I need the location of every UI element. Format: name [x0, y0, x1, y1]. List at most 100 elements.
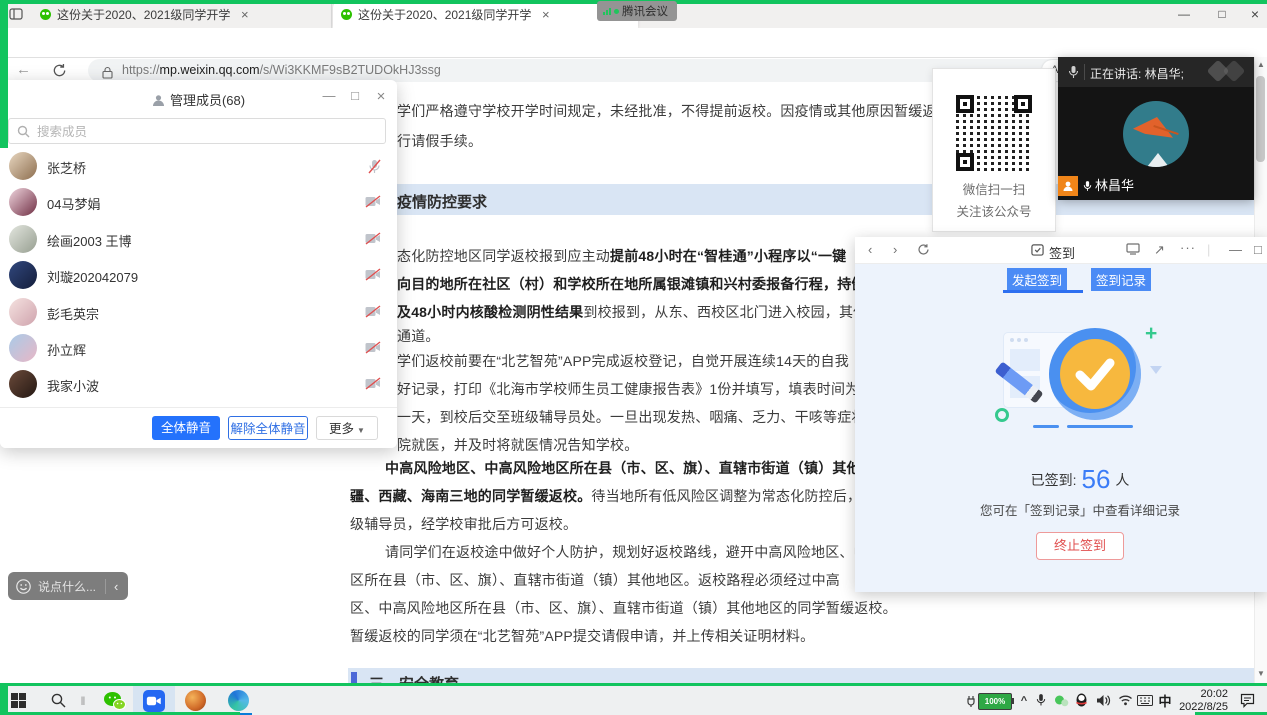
meeting-video-window[interactable]: 正在讲话: 林昌华; 林昌华 — [1058, 57, 1254, 200]
meeting-status-pill[interactable]: 腾讯会议 — [597, 1, 677, 21]
camera-off-icon[interactable] — [365, 268, 381, 281]
back-icon[interactable]: ‹ — [868, 242, 872, 257]
member-name: 孙立辉 — [47, 340, 86, 359]
member-name: 张芝桥 — [47, 158, 86, 177]
camera-off-icon[interactable] — [365, 195, 381, 208]
tab-actions-icon[interactable] — [8, 6, 28, 22]
share-icon[interactable]: ↗ — [1154, 242, 1165, 258]
article-line: 院就医，并及时将就医情况告知学校。 — [397, 435, 638, 455]
back-icon[interactable]: ← — [16, 62, 31, 78]
cast-screen-icon[interactable] — [1126, 243, 1140, 255]
mute-all-button[interactable]: 全体静音 — [152, 416, 220, 440]
desktop-screen: 这份关于2020、2021级同学开学 × 这份关于2020、2021级同学开学 … — [0, 0, 1267, 715]
emoji-icon[interactable] — [16, 579, 31, 594]
meeting-chat-bubble[interactable]: 说点什么... ‹ — [8, 572, 128, 600]
member-row[interactable]: 孙立辉 — [0, 330, 397, 366]
member-row[interactable]: 刘璇202042079 — [0, 257, 397, 293]
tray-expand-chevron[interactable]: ^ — [1016, 686, 1032, 715]
member-row[interactable]: 绘画2003 王博 — [0, 221, 397, 257]
signed-count-line: 已签到:56人 — [905, 464, 1255, 495]
member-icon — [152, 94, 165, 107]
window-maximize-button[interactable]: □ — [1205, 0, 1239, 28]
tray-network-icon[interactable] — [1118, 694, 1133, 706]
start-button[interactable] — [4, 686, 32, 715]
unmute-all-button[interactable]: 解除全体静音 — [228, 416, 308, 440]
taskbar: ‖ 100% ^ — [0, 686, 1267, 715]
camera-off-icon[interactable] — [365, 377, 381, 390]
scroll-up-icon[interactable]: ▲ — [1257, 60, 1265, 69]
section2-header: 疫情防控要求 — [397, 191, 487, 212]
signin-icon — [1031, 243, 1044, 256]
more-button[interactable]: 更多▼ — [316, 416, 378, 440]
tray-volume-icon[interactable] — [1096, 694, 1111, 707]
panel-minimize-button[interactable]: — — [319, 88, 339, 103]
camera-off-icon[interactable] — [365, 232, 381, 245]
member-avatar — [9, 298, 37, 326]
speaker-name-tag: 林昌华 — [1058, 176, 1140, 196]
search-icon — [17, 125, 30, 138]
mic-icon — [1083, 180, 1092, 192]
meeting-pill-label: 腾讯会议 — [622, 3, 668, 19]
signin-window: ‹ › 签到 ↗ ··· | — □ 发起签到 签到记录 — [855, 237, 1267, 592]
maximize-icon[interactable]: □ — [1254, 242, 1262, 257]
tab-close-icon[interactable]: × — [542, 8, 550, 21]
window-minimize-button[interactable]: — — [1167, 0, 1201, 28]
taskbar-wechat-icon[interactable] — [98, 686, 130, 715]
browser-tab-1[interactable]: 这份关于2020、2021级同学开学 × — [32, 0, 332, 28]
divider — [1084, 64, 1085, 80]
tab-close-icon[interactable]: × — [241, 8, 249, 21]
collapse-chevron-icon[interactable]: ‹ — [114, 579, 118, 594]
member-row[interactable]: 彭毛英宗 — [0, 294, 397, 330]
panel-maximize-button[interactable]: □ — [345, 88, 365, 103]
member-search-box[interactable] — [8, 118, 386, 144]
member-row[interactable]: 我家小波 — [0, 366, 397, 402]
article-line: 学们严格遵守学校开学时间规定，未经批准，不得提前返校。因疫情或其他原因暂缓返 — [397, 101, 937, 121]
more-options-icon[interactable]: ··· — [1180, 240, 1196, 255]
mic-off-icon[interactable] — [368, 159, 381, 174]
tray-mic-icon[interactable] — [1036, 693, 1046, 707]
camera-off-icon[interactable] — [365, 341, 381, 354]
signin-illustration: + — [987, 326, 1167, 431]
taskbar-clock[interactable]: 20:02 2022/8/25 — [1172, 688, 1228, 713]
scrollbar-thumb[interactable] — [1256, 76, 1265, 162]
refresh-icon[interactable] — [52, 63, 67, 78]
forward-icon[interactable]: › — [893, 242, 897, 257]
member-search-input[interactable] — [35, 124, 369, 140]
tab-title: 这份关于2020、2021级同学开学 — [57, 6, 233, 23]
taskbar-meeting-icon[interactable] — [137, 686, 171, 715]
browser-tab-2-active[interactable]: 这份关于2020、2021级同学开学 × — [333, 0, 638, 28]
taskbar-search-button[interactable] — [44, 686, 72, 715]
article-line: 级辅导员，经学校审批后方可返校。 — [350, 514, 577, 534]
member-avatar — [9, 152, 37, 180]
action-center-icon[interactable] — [1240, 693, 1255, 708]
taskbar-edge-icon[interactable] — [222, 686, 254, 715]
window-close-button[interactable]: × — [1238, 0, 1267, 28]
panel-close-button[interactable]: × — [371, 88, 391, 105]
member-row[interactable]: 04马梦娟 — [0, 184, 397, 220]
scroll-down-icon[interactable]: ▼ — [1257, 669, 1265, 678]
minimize-icon[interactable]: — — [1229, 242, 1242, 257]
speaking-now-label: 正在讲话: 林昌华; — [1090, 65, 1184, 82]
member-management-panel: 管理成员(68) — □ × 张芝桥04马梦娟绘画2003 王博刘璇202042… — [0, 80, 397, 448]
divider: | — [1207, 242, 1210, 257]
tab-signin-records[interactable]: 签到记录 — [1091, 268, 1151, 291]
member-row[interactable]: 张芝桥 — [0, 148, 397, 184]
screenshare-border-bottom — [0, 683, 1267, 686]
refresh-icon[interactable] — [917, 243, 930, 256]
wechat-favicon-icon — [40, 9, 51, 20]
member-avatar — [9, 225, 37, 253]
battery-indicator[interactable]: 100% — [978, 693, 1012, 710]
tray-qq-icon[interactable] — [1075, 693, 1088, 708]
taskbar-app-icon[interactable] — [179, 686, 211, 715]
camera-off-icon[interactable] — [365, 305, 381, 318]
tray-wechat-icon[interactable] — [1054, 695, 1069, 707]
member-name: 刘璇202042079 — [47, 267, 138, 286]
tray-touch-keyboard-icon[interactable] — [1137, 695, 1153, 706]
lock-icon[interactable] — [102, 66, 113, 79]
stop-signin-button[interactable]: 终止签到 — [1036, 532, 1124, 560]
tab-start-signin[interactable]: 发起签到 — [1007, 268, 1067, 291]
member-name: 绘画2003 王博 — [47, 231, 132, 250]
chat-input-placeholder[interactable]: 说点什么... — [38, 578, 96, 595]
member-name: 04马梦娟 — [47, 194, 100, 213]
url-text[interactable]: https://mp.weixin.qq.com/s/Wi3KKMF9sB2TU… — [122, 63, 441, 77]
